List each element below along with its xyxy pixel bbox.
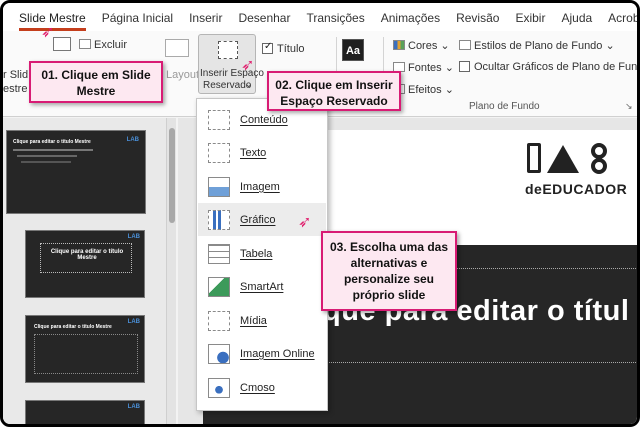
menu-item-label: Conteúdo <box>240 113 288 126</box>
thumbnail-layout-next[interactable]: LAB <box>25 400 145 424</box>
chart-icon <box>208 209 230 230</box>
menu-item-label: Gráfico <box>240 213 276 226</box>
fonts-label: Fontes <box>408 62 442 74</box>
cursor-click-icon: ➶ <box>298 214 312 231</box>
background-group-label: Plano de Fundo <box>469 101 540 112</box>
text-icon <box>208 142 230 163</box>
tab-ajuda[interactable]: Ajuda <box>561 11 592 31</box>
menu-item-imagem[interactable]: Imagem <box>198 170 326 203</box>
themes-button[interactable]: Aa <box>342 39 364 61</box>
online-image-icon <box>208 343 230 364</box>
scrollbar-thumb[interactable] <box>169 128 175 223</box>
menu-item-smartart[interactable]: SmartArt <box>198 270 326 303</box>
dialog-launcher-icon[interactable]: ↘ <box>625 101 633 112</box>
slide-thumbnails-pane: Clique para editar o título Mestre LAB C… <box>3 118 168 424</box>
menu-item-imagem-online[interactable]: Imagem Online <box>198 337 326 370</box>
master-slide-icon[interactable] <box>53 37 71 51</box>
cameo-icon <box>208 377 230 398</box>
ribbon-tabs: Slide Mestre Página Inicial Inserir Dese… <box>3 3 637 31</box>
thumbnail-master[interactable]: Clique para editar o título Mestre LAB <box>6 130 146 214</box>
media-icon <box>208 310 230 331</box>
tab-transicoes[interactable]: Transições <box>306 11 364 31</box>
master-button-fragment[interactable]: r Slid <box>3 69 28 81</box>
delete-button[interactable]: Excluir <box>79 39 127 51</box>
colors-icon <box>393 40 405 50</box>
thumbnail-logo: LAB <box>127 319 140 325</box>
image-icon <box>208 176 230 197</box>
thumbnail-text-line <box>13 149 93 151</box>
fonts-button[interactable]: Fontes ⌄ <box>393 61 454 74</box>
thumbnail-title: Clique para editar o título Mestre <box>34 324 112 330</box>
menu-item-label: Mídia <box>240 314 267 327</box>
checkbox-icon <box>262 41 273 54</box>
cursor-click-icon: ➶ <box>241 57 255 74</box>
thumbnail-layout-title[interactable]: Clique para editar o título Mestre LAB <box>25 230 145 298</box>
thumbnail-title: Clique para editar o título Mestre <box>13 139 91 145</box>
tab-inserir[interactable]: Inserir <box>189 11 222 31</box>
smartart-icon <box>208 276 230 297</box>
thumbnail-content-box <box>34 334 138 374</box>
effects-button[interactable]: Efeitos ⌄ <box>393 83 454 96</box>
thumbnail-title: Clique para editar o título Mestre <box>50 249 124 261</box>
layout-label: Layout <box>166 69 200 81</box>
menu-item-texto[interactable]: Texto <box>198 136 326 169</box>
thumbnail-logo: LAB <box>127 234 140 240</box>
tab-acrobat[interactable]: Acrobat <box>608 11 637 31</box>
menu-item-label: Tabela <box>240 247 273 260</box>
thumbnail-logo: LAB <box>126 137 139 143</box>
content-icon <box>208 109 230 130</box>
table-icon <box>208 243 230 264</box>
thumbnail-layout-content[interactable]: Clique para editar o título Mestre LAB <box>25 315 145 383</box>
delete-label: Excluir <box>94 39 128 51</box>
tab-revisao[interactable]: Revisão <box>456 11 499 31</box>
colors-button[interactable]: Cores ⌄ <box>393 39 450 52</box>
thumbnail-text-line <box>21 161 71 163</box>
checkbox-icon <box>459 61 470 72</box>
cursor-click-icon: ➶ <box>41 24 55 41</box>
lab-logo-icon <box>527 143 627 179</box>
background-styles-icon <box>459 40 471 50</box>
tab-animacoes[interactable]: Animações <box>381 11 440 31</box>
callout-step-1: 01. Clique em Slide Mestre <box>29 61 163 103</box>
layout-icon[interactable] <box>165 39 189 57</box>
tab-pagina-inicial[interactable]: Página Inicial <box>102 11 173 31</box>
master-button-fragment-2: estre <box>3 83 28 95</box>
chevron-down-icon: ⌄ <box>245 79 253 89</box>
title-checkbox-label: Título <box>277 43 305 55</box>
thumbnail-text-line <box>17 155 77 157</box>
menu-item-label: SmartArt <box>240 280 284 293</box>
title-checkbox[interactable]: Título <box>262 41 305 55</box>
callout-step-3: 03. Escolha uma das alternativas e perso… <box>321 231 457 311</box>
thumbnail-logo: LAB <box>127 404 140 410</box>
menu-item-label: Texto <box>240 146 267 159</box>
hide-background-label: Ocultar Gráficos de Plano de Fundo <box>474 61 640 73</box>
background-styles-button[interactable]: Estilos de Plano de Fundo ⌄ <box>459 39 615 52</box>
menu-item-label: Cmoso <box>240 381 275 394</box>
colors-label: Cores <box>408 40 438 52</box>
tab-desenhar[interactable]: Desenhar <box>238 11 290 31</box>
delete-icon <box>79 39 91 49</box>
placeholder-dropdown-menu: Conteúdo Texto Imagem Gráfico Tabela Sma… <box>196 98 328 411</box>
callout-step-2: 02. Clique em Inserir Espaço Reservado <box>267 71 401 111</box>
hide-background-checkbox[interactable]: Ocultar Gráficos de Plano de Fundo <box>459 61 640 73</box>
menu-item-tabela[interactable]: Tabela <box>198 237 326 270</box>
menu-item-midia[interactable]: Mídia <box>198 304 326 337</box>
menu-item-label: Imagem <box>240 180 280 193</box>
tab-exibir[interactable]: Exibir <box>515 11 545 31</box>
menu-item-label: Imagem Online <box>240 347 315 360</box>
thumbnail-scrollbar[interactable] <box>166 118 176 424</box>
placeholder-icon <box>218 41 238 59</box>
menu-item-cameo[interactable]: Cmoso <box>198 371 326 404</box>
brand-text: deEDUCADOR <box>525 181 628 197</box>
window-frame: Slide Mestre Página Inicial Inserir Dese… <box>0 0 640 427</box>
background-styles-label: Estilos de Plano de Fundo <box>474 40 603 52</box>
effects-label: Efeitos <box>408 84 442 96</box>
